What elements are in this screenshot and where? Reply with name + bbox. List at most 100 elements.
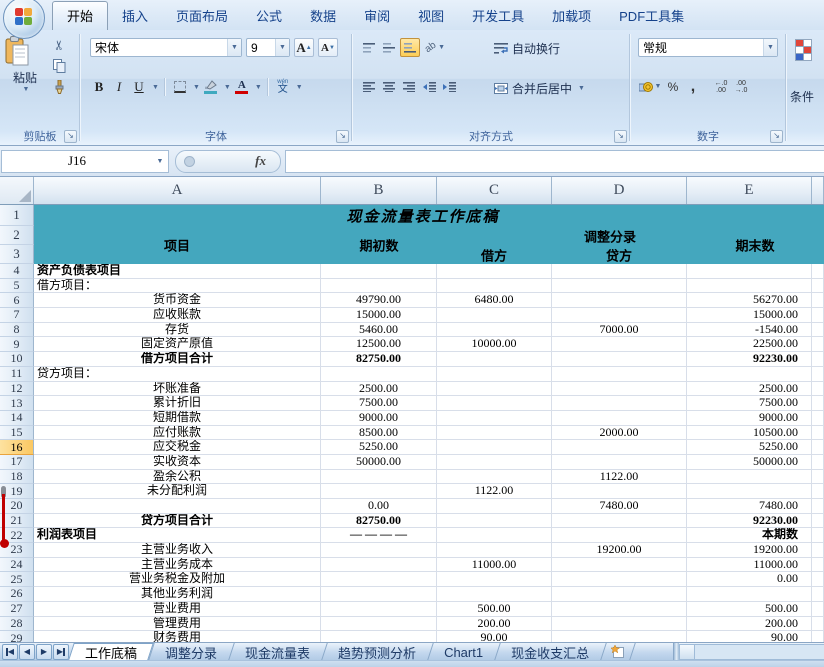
font-color-dropdown-icon[interactable]: ▼: [255, 84, 262, 91]
font-size-combobox[interactable]: 9 ▼: [246, 38, 290, 57]
cell-F18[interactable]: [812, 470, 824, 485]
cell-C29[interactable]: 90.00: [437, 631, 552, 642]
cell-A20[interactable]: [34, 499, 321, 514]
wrap-text-button[interactable]: 自动换行: [494, 40, 560, 57]
cell-A15[interactable]: 应付账款: [34, 426, 321, 441]
cell-F19[interactable]: [812, 484, 824, 499]
cell-C24[interactable]: 11000.00: [437, 558, 552, 573]
cell-E14[interactable]: 9000.00: [687, 411, 812, 426]
cell-C17[interactable]: [437, 455, 552, 470]
format-painter-button[interactable]: [50, 78, 68, 95]
accounting-dropdown-icon[interactable]: ▼: [655, 83, 662, 90]
red-pin-shape[interactable]: [0, 486, 10, 550]
paste-dropdown-icon[interactable]: ▼: [6, 86, 46, 93]
header-beginning-balance[interactable]: 期初数: [359, 236, 398, 255]
cell-B13[interactable]: 7500.00: [321, 396, 437, 411]
cell-B9[interactable]: 12500.00: [321, 337, 437, 352]
row-header-25[interactable]: 25: [0, 572, 34, 587]
align-right-button[interactable]: [400, 78, 418, 95]
paste-button[interactable]: 粘贴 ▼: [4, 36, 46, 124]
cell-A13[interactable]: 累计折旧: [34, 396, 321, 411]
cell-F29[interactable]: [812, 631, 824, 642]
font-dialog-launcher[interactable]: ↘: [336, 130, 349, 143]
number-format-dropdown-icon[interactable]: ▼: [763, 39, 777, 56]
cell-E19[interactable]: [687, 484, 812, 499]
cell-C11[interactable]: [437, 367, 552, 382]
bottom-align-button[interactable]: [400, 38, 420, 57]
cell-A24[interactable]: 主营业务成本: [34, 558, 321, 573]
cell-B29[interactable]: [321, 631, 437, 642]
cell-A6[interactable]: 货币资金: [34, 293, 321, 308]
cell-A16[interactable]: 应交税金: [34, 440, 321, 455]
sheet-tab-2[interactable]: 现金流量表: [231, 643, 324, 660]
cell-F26[interactable]: [812, 587, 824, 602]
cell-C8[interactable]: [437, 323, 552, 338]
cell-C12[interactable]: [437, 382, 552, 397]
cell-C10[interactable]: [437, 352, 552, 367]
cell-F23[interactable]: [812, 543, 824, 558]
cell-C13[interactable]: [437, 396, 552, 411]
cell-C7[interactable]: [437, 308, 552, 323]
sheet-tab-4[interactable]: Chart1: [430, 643, 497, 660]
cell-B12[interactable]: 2500.00: [321, 382, 437, 397]
cell-C20[interactable]: [437, 499, 552, 514]
top-align-button[interactable]: [360, 39, 378, 56]
decrease-decimal-button[interactable]: .00→.0: [732, 78, 750, 95]
cell-A8[interactable]: 存货: [34, 323, 321, 338]
cell-F6[interactable]: [812, 293, 824, 308]
cell-A19[interactable]: 未分配利润: [34, 484, 321, 499]
row-header-10[interactable]: 10: [0, 352, 34, 367]
select-all-corner[interactable]: [0, 177, 34, 204]
cell-C15[interactable]: [437, 426, 552, 441]
cell-A22[interactable]: 利润表项目: [34, 528, 321, 543]
cell-E9[interactable]: 22500.00: [687, 337, 812, 352]
cell-D4[interactable]: [552, 264, 687, 279]
cell-D24[interactable]: [552, 558, 687, 573]
align-left-button[interactable]: [360, 78, 378, 95]
shrink-font-button[interactable]: A▼: [318, 38, 338, 57]
column-header-E[interactable]: E: [687, 177, 812, 204]
row-header-2[interactable]: 2: [0, 226, 34, 245]
cell-B7[interactable]: 15000.00: [321, 308, 437, 323]
worksheet-title[interactable]: 现金流量表工作底稿: [346, 206, 499, 227]
row-header-8[interactable]: 8: [0, 323, 34, 338]
header-ending-balance[interactable]: 期末数: [735, 236, 774, 255]
cell-A28[interactable]: 管理费用: [34, 617, 321, 632]
cell-A17[interactable]: 实收资本: [34, 455, 321, 470]
cell-F22[interactable]: [812, 528, 824, 543]
cell-B26[interactable]: [321, 587, 437, 602]
grow-font-button[interactable]: A▲: [294, 38, 314, 57]
row-header-9[interactable]: 9: [0, 337, 34, 352]
phonetic-guide-button[interactable]: wén 文: [274, 79, 292, 96]
row-header-24[interactable]: 24: [0, 558, 34, 573]
column-header-D[interactable]: D: [552, 177, 687, 204]
cell-E6[interactable]: 56270.00: [687, 293, 812, 308]
cell-F25[interactable]: [812, 572, 824, 587]
increase-indent-button[interactable]: [440, 78, 458, 95]
accounting-format-button[interactable]: ▼: [638, 78, 662, 95]
cell-F5[interactable]: [812, 279, 824, 294]
percent-style-button[interactable]: %: [664, 78, 682, 95]
cell-B22[interactable]: — — — —: [321, 528, 437, 543]
orientation-dropdown-icon[interactable]: ▼: [438, 44, 445, 51]
cell-C4[interactable]: [437, 264, 552, 279]
row-header-13[interactable]: 13: [0, 396, 34, 411]
formula-input[interactable]: [285, 150, 824, 173]
first-sheet-button[interactable]: ◀: [2, 644, 18, 660]
cell-E16[interactable]: 5250.00: [687, 440, 812, 455]
cell-A18[interactable]: 盈余公积: [34, 470, 321, 485]
cell-B6[interactable]: 49790.00: [321, 293, 437, 308]
cell-D16[interactable]: [552, 440, 687, 455]
row-header-1[interactable]: 1: [0, 205, 34, 226]
cell-A5[interactable]: 借方项目：: [34, 279, 321, 294]
horizontal-scrollbar[interactable]: [679, 644, 824, 660]
cell-B15[interactable]: 8500.00: [321, 426, 437, 441]
cell-A12[interactable]: 坏账准备: [34, 382, 321, 397]
cell-D10[interactable]: [552, 352, 687, 367]
underline-dropdown-icon[interactable]: ▼: [152, 84, 159, 91]
italic-button[interactable]: I: [110, 79, 128, 96]
cell-D21[interactable]: [552, 514, 687, 529]
cell-C23[interactable]: [437, 543, 552, 558]
ribbon-tab-8[interactable]: 加载项: [538, 2, 605, 30]
ribbon-tab-6[interactable]: 视图: [404, 2, 458, 30]
